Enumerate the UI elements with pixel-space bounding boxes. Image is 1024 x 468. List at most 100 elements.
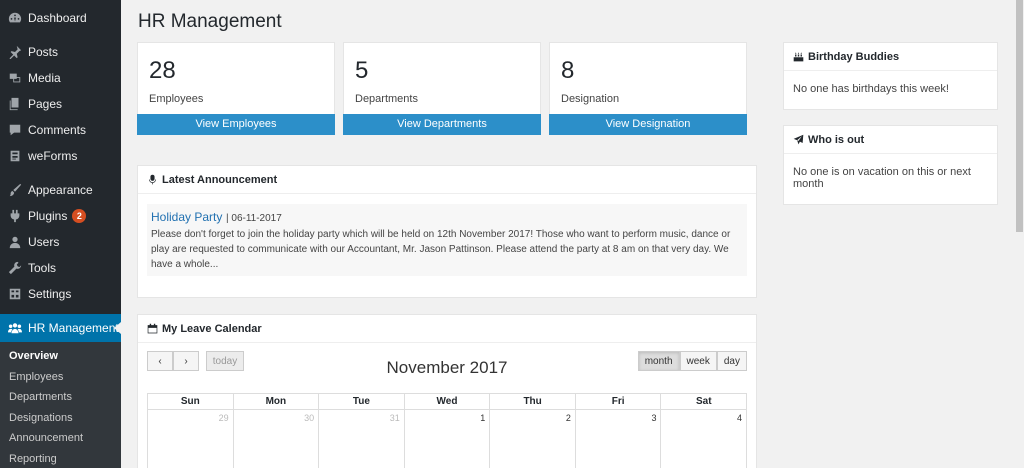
calendar-day-cell[interactable]: 31 (318, 410, 404, 468)
submenu-departments[interactable]: Departments (0, 387, 121, 408)
view-employees-button[interactable]: View Employees (137, 114, 335, 135)
calendar-day-cell[interactable]: 3 (574, 410, 661, 468)
menu-hr-management-label: HR Management (28, 321, 119, 335)
settings-icon (7, 286, 23, 302)
calendar-day-cell[interactable]: 29 (148, 410, 233, 468)
hr-submenu: Overview Employees Departments Designati… (0, 342, 121, 468)
view-departments-button[interactable]: View Departments (343, 114, 541, 135)
announcement-panel: Latest Announcement Holiday Party | 06-1… (137, 165, 757, 298)
brush-icon (7, 182, 23, 198)
weekday-sat: Sat (660, 394, 746, 409)
microphone-icon (149, 174, 156, 185)
menu-comments[interactable]: Comments (0, 117, 121, 143)
weekday-thu: Thu (489, 394, 575, 409)
paper-plane-icon (793, 134, 804, 145)
media-icon (7, 70, 23, 86)
leave-calendar-panel: My Leave Calendar ‹ › today November 201… (137, 314, 757, 468)
weforms-icon (7, 148, 23, 164)
weekday-fri: Fri (574, 394, 661, 409)
stat-departments: 5 Departments View Departments (343, 42, 541, 135)
menu-media[interactable]: Media (0, 65, 121, 91)
submenu-announcement[interactable]: Announcement (0, 428, 121, 449)
weekday-wed: Wed (403, 394, 490, 409)
submenu-overview[interactable]: Overview (0, 346, 121, 367)
menu-users[interactable]: Users (0, 229, 121, 255)
page-scrollbar[interactable] (1015, 0, 1024, 468)
calendar-day-cell[interactable]: 2 (489, 410, 575, 468)
menu-comments-label: Comments (28, 123, 87, 137)
wrench-icon (7, 260, 23, 276)
menu-weforms[interactable]: weForms (0, 143, 121, 169)
update-count-badge: 2 (72, 209, 87, 223)
menu-dashboard-label: Dashboard (28, 11, 87, 25)
stat-designation: 8 Designation View Designation (549, 42, 747, 135)
weekday-tue: Tue (318, 394, 404, 409)
birthday-heading-label: Birthday Buddies (808, 50, 900, 63)
calendar-week-row: 29 30 31 1 2 3 4 (147, 410, 747, 468)
plugin-icon (7, 208, 23, 224)
menu-tools[interactable]: Tools (0, 255, 121, 281)
calendar-grid: Sun Mon Tue Wed Thu Fri Sat 29 30 31 1 2… (147, 393, 747, 468)
weekday-mon: Mon (232, 394, 319, 409)
view-designation-button[interactable]: View Designation (549, 114, 747, 135)
announcement-date: | 06-11-2017 (226, 213, 282, 224)
stat-value: 5 (355, 57, 369, 84)
group-icon (7, 320, 23, 336)
comment-icon (7, 122, 23, 138)
menu-tools-label: Tools (28, 261, 57, 275)
who-is-out-heading: Who is out (784, 126, 997, 154)
announcement-heading-label: Latest Announcement (162, 173, 278, 186)
menu-media-label: Media (28, 71, 61, 85)
announcement-heading: Latest Announcement (138, 166, 756, 194)
menu-settings[interactable]: Settings (0, 281, 121, 307)
menu-posts-label: Posts (28, 45, 59, 59)
birthday-panel: Birthday Buddies No one has birthdays th… (783, 42, 998, 110)
who-is-out-heading-label: Who is out (808, 133, 865, 146)
menu-appearance[interactable]: Appearance (0, 177, 121, 203)
who-is-out-panel: Who is out No one is on vacation on this… (783, 125, 998, 205)
submenu-reporting[interactable]: Reporting (0, 449, 121, 468)
birthday-heading: Birthday Buddies (784, 43, 997, 71)
pin-icon (7, 44, 23, 60)
submenu-employees[interactable]: Employees (0, 367, 121, 388)
menu-posts[interactable]: Posts (0, 39, 121, 65)
menu-plugins[interactable]: Plugins 2 (0, 203, 121, 229)
dashboard-icon (7, 10, 23, 26)
menu-weforms-label: weForms (28, 149, 78, 163)
stat-value: 28 (149, 57, 176, 84)
menu-dashboard[interactable]: Dashboard (0, 5, 121, 31)
pages-icon (7, 96, 23, 112)
menu-pages-label: Pages (28, 97, 63, 111)
day-view-button[interactable]: day (716, 351, 747, 371)
stat-label: Employees (149, 93, 204, 105)
menu-appearance-label: Appearance (28, 183, 93, 197)
scrollbar-thumb[interactable] (1016, 0, 1023, 232)
stat-employees: 28 Employees View Employees (137, 42, 335, 135)
admin-sidebar: Dashboard Posts Media Pages Comments weF… (0, 0, 121, 468)
announcement-text: Please don't forget to join the holiday … (151, 229, 731, 270)
who-is-out-text: No one is on vacation on this or next mo… (793, 166, 971, 190)
stat-label: Designation (561, 93, 620, 105)
menu-settings-label: Settings (28, 287, 72, 301)
menu-hr-management[interactable]: HR Management (0, 314, 121, 342)
calendar-day-cell[interactable]: 30 (232, 410, 319, 468)
menu-plugins-label: Plugins (28, 209, 68, 223)
stat-label: Departments (355, 93, 418, 105)
announcement-item: Holiday Party | 06-11-2017 Please don't … (147, 204, 747, 276)
menu-pages[interactable]: Pages (0, 91, 121, 117)
stat-value: 8 (561, 57, 575, 84)
calendar-view-switcher: month week day (637, 351, 747, 371)
calendar-heading: My Leave Calendar (138, 315, 756, 343)
calendar-weekday-header: Sun Mon Tue Wed Thu Fri Sat (147, 393, 747, 410)
announcement-title-link[interactable]: Holiday Party (151, 210, 222, 224)
calendar-heading-label: My Leave Calendar (162, 322, 262, 335)
birthday-text: No one has birthdays this week! (793, 83, 949, 95)
calendar-icon (147, 323, 158, 334)
calendar-day-cell[interactable]: 4 (660, 410, 746, 468)
month-view-button[interactable]: month (637, 351, 680, 371)
week-view-button[interactable]: week (679, 351, 717, 371)
birthday-cake-icon (793, 52, 804, 62)
user-icon (7, 234, 23, 250)
calendar-day-cell[interactable]: 1 (403, 410, 490, 468)
submenu-designations[interactable]: Designations (0, 408, 121, 429)
